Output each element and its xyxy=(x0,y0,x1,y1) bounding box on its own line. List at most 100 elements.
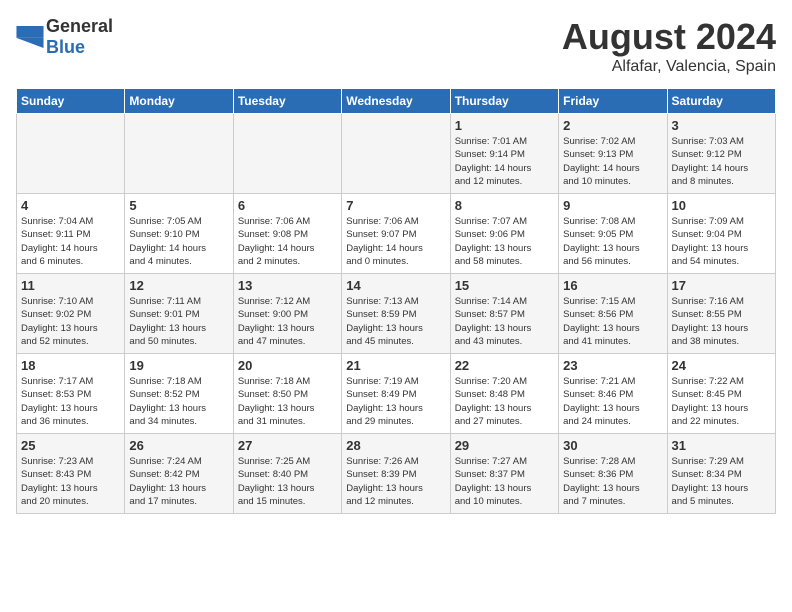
day-number: 6 xyxy=(238,198,337,213)
calendar-day-cell: 31 Sunrise: 7:29 AMSunset: 8:34 PMDayligh… xyxy=(667,434,775,514)
day-number: 23 xyxy=(563,358,662,373)
calendar-day-cell: 5 Sunrise: 7:05 AMSunset: 9:10 PMDaylight… xyxy=(125,194,233,274)
day-number: 5 xyxy=(129,198,228,213)
day-number: 25 xyxy=(21,438,120,453)
day-info: Sunrise: 7:15 AMSunset: 8:56 PMDaylight:… xyxy=(563,295,662,348)
calendar-day-cell: 13 Sunrise: 7:12 AMSunset: 9:00 PMDayligh… xyxy=(233,274,341,354)
weekday-header: Friday xyxy=(559,89,667,114)
day-info: Sunrise: 7:10 AMSunset: 9:02 PMDaylight:… xyxy=(21,295,120,348)
day-number: 18 xyxy=(21,358,120,373)
day-number: 26 xyxy=(129,438,228,453)
day-number: 4 xyxy=(21,198,120,213)
calendar-week-row: 25 Sunrise: 7:23 AMSunset: 8:43 PMDayligh… xyxy=(17,434,776,514)
day-info: Sunrise: 7:12 AMSunset: 9:00 PMDaylight:… xyxy=(238,295,337,348)
day-info: Sunrise: 7:18 AMSunset: 8:52 PMDaylight:… xyxy=(129,375,228,428)
day-info: Sunrise: 7:02 AMSunset: 9:13 PMDaylight:… xyxy=(563,135,662,188)
day-info: Sunrise: 7:05 AMSunset: 9:10 PMDaylight:… xyxy=(129,215,228,268)
calendar-day-cell xyxy=(342,114,450,194)
logo-blue-text: Blue xyxy=(46,37,85,57)
calendar-week-row: 4 Sunrise: 7:04 AMSunset: 9:11 PMDaylight… xyxy=(17,194,776,274)
day-number: 30 xyxy=(563,438,662,453)
calendar-week-row: 11 Sunrise: 7:10 AMSunset: 9:02 PMDayligh… xyxy=(17,274,776,354)
day-number: 22 xyxy=(455,358,554,373)
calendar-day-cell: 1 Sunrise: 7:01 AMSunset: 9:14 PMDaylight… xyxy=(450,114,558,194)
day-info: Sunrise: 7:09 AMSunset: 9:04 PMDaylight:… xyxy=(672,215,771,268)
day-number: 28 xyxy=(346,438,445,453)
logo-icon xyxy=(16,26,44,48)
calendar-header: SundayMondayTuesdayWednesdayThursdayFrid… xyxy=(17,89,776,114)
day-info: Sunrise: 7:27 AMSunset: 8:37 PMDaylight:… xyxy=(455,455,554,508)
day-info: Sunrise: 7:14 AMSunset: 8:57 PMDaylight:… xyxy=(455,295,554,348)
calendar-day-cell: 27 Sunrise: 7:25 AMSunset: 8:40 PMDayligh… xyxy=(233,434,341,514)
calendar-day-cell: 25 Sunrise: 7:23 AMSunset: 8:43 PMDayligh… xyxy=(17,434,125,514)
weekday-header: Thursday xyxy=(450,89,558,114)
day-info: Sunrise: 7:28 AMSunset: 8:36 PMDaylight:… xyxy=(563,455,662,508)
day-number: 12 xyxy=(129,278,228,293)
day-number: 15 xyxy=(455,278,554,293)
day-info: Sunrise: 7:29 AMSunset: 8:34 PMDaylight:… xyxy=(672,455,771,508)
calendar-day-cell: 12Sunrise: 7:11 AMSunset: 9:01 PMDayligh… xyxy=(125,274,233,354)
day-number: 17 xyxy=(672,278,771,293)
calendar-day-cell: 21 Sunrise: 7:19 AMSunset: 8:49 PMDayligh… xyxy=(342,354,450,434)
day-number: 1 xyxy=(455,118,554,133)
day-info: Sunrise: 7:20 AMSunset: 8:48 PMDaylight:… xyxy=(455,375,554,428)
day-number: 24 xyxy=(672,358,771,373)
weekday-header: Saturday xyxy=(667,89,775,114)
calendar-day-cell xyxy=(17,114,125,194)
day-number: 9 xyxy=(563,198,662,213)
calendar-day-cell: 26Sunrise: 7:24 AMSunset: 8:42 PMDayligh… xyxy=(125,434,233,514)
calendar-day-cell: 19 Sunrise: 7:18 AMSunset: 8:52 PMDayligh… xyxy=(125,354,233,434)
day-info: Sunrise: 7:19 AMSunset: 8:49 PMDaylight:… xyxy=(346,375,445,428)
calendar-day-cell: 14 Sunrise: 7:13 AMSunset: 8:59 PMDayligh… xyxy=(342,274,450,354)
title-block: August 2024 Alfafar, Valencia, Spain xyxy=(562,16,776,76)
day-info: Sunrise: 7:22 AMSunset: 8:45 PMDaylight:… xyxy=(672,375,771,428)
day-info: Sunrise: 7:23 AMSunset: 8:43 PMDaylight:… xyxy=(21,455,120,508)
day-info: Sunrise: 7:03 AMSunset: 9:12 PMDaylight:… xyxy=(672,135,771,188)
day-info: Sunrise: 7:16 AMSunset: 8:55 PMDaylight:… xyxy=(672,295,771,348)
calendar-day-cell: 11 Sunrise: 7:10 AMSunset: 9:02 PMDayligh… xyxy=(17,274,125,354)
day-number: 21 xyxy=(346,358,445,373)
calendar-day-cell: 24 Sunrise: 7:22 AMSunset: 8:45 PMDayligh… xyxy=(667,354,775,434)
calendar-day-cell: 4 Sunrise: 7:04 AMSunset: 9:11 PMDaylight… xyxy=(17,194,125,274)
month-year-title: August 2024 xyxy=(562,16,776,58)
day-number: 16 xyxy=(563,278,662,293)
weekday-header: Wednesday xyxy=(342,89,450,114)
weekday-header: Monday xyxy=(125,89,233,114)
day-number: 29 xyxy=(455,438,554,453)
day-number: 31 xyxy=(672,438,771,453)
day-info: Sunrise: 7:06 AMSunset: 9:07 PMDaylight:… xyxy=(346,215,445,268)
weekday-header: Tuesday xyxy=(233,89,341,114)
calendar-day-cell: 2Sunrise: 7:02 AMSunset: 9:13 PMDaylight… xyxy=(559,114,667,194)
day-number: 7 xyxy=(346,198,445,213)
calendar-week-row: 1 Sunrise: 7:01 AMSunset: 9:14 PMDaylight… xyxy=(17,114,776,194)
calendar-day-cell: 8Sunrise: 7:07 AMSunset: 9:06 PMDaylight… xyxy=(450,194,558,274)
day-info: Sunrise: 7:01 AMSunset: 9:14 PMDaylight:… xyxy=(455,135,554,188)
calendar-body: 1 Sunrise: 7:01 AMSunset: 9:14 PMDaylight… xyxy=(17,114,776,514)
day-info: Sunrise: 7:18 AMSunset: 8:50 PMDaylight:… xyxy=(238,375,337,428)
day-info: Sunrise: 7:08 AMSunset: 9:05 PMDaylight:… xyxy=(563,215,662,268)
day-info: Sunrise: 7:13 AMSunset: 8:59 PMDaylight:… xyxy=(346,295,445,348)
calendar-day-cell: 9 Sunrise: 7:08 AMSunset: 9:05 PMDaylight… xyxy=(559,194,667,274)
calendar-table: SundayMondayTuesdayWednesdayThursdayFrid… xyxy=(16,88,776,514)
day-info: Sunrise: 7:21 AMSunset: 8:46 PMDaylight:… xyxy=(563,375,662,428)
calendar-day-cell: 16 Sunrise: 7:15 AMSunset: 8:56 PMDayligh… xyxy=(559,274,667,354)
calendar-day-cell: 3Sunrise: 7:03 AMSunset: 9:12 PMDaylight… xyxy=(667,114,775,194)
calendar-day-cell: 10Sunrise: 7:09 AMSunset: 9:04 PMDayligh… xyxy=(667,194,775,274)
day-number: 27 xyxy=(238,438,337,453)
calendar-day-cell: 20Sunrise: 7:18 AMSunset: 8:50 PMDayligh… xyxy=(233,354,341,434)
weekday-header: Sunday xyxy=(17,89,125,114)
calendar-day-cell: 18Sunrise: 7:17 AMSunset: 8:53 PMDayligh… xyxy=(17,354,125,434)
day-info: Sunrise: 7:25 AMSunset: 8:40 PMDaylight:… xyxy=(238,455,337,508)
day-info: Sunrise: 7:07 AMSunset: 9:06 PMDaylight:… xyxy=(455,215,554,268)
day-info: Sunrise: 7:06 AMSunset: 9:08 PMDaylight:… xyxy=(238,215,337,268)
calendar-day-cell: 28Sunrise: 7:26 AMSunset: 8:39 PMDayligh… xyxy=(342,434,450,514)
day-number: 11 xyxy=(21,278,120,293)
logo: General Blue xyxy=(16,16,113,58)
day-number: 13 xyxy=(238,278,337,293)
day-number: 14 xyxy=(346,278,445,293)
calendar-day-cell: 22 Sunrise: 7:20 AMSunset: 8:48 PMDayligh… xyxy=(450,354,558,434)
calendar-day-cell xyxy=(125,114,233,194)
day-number: 19 xyxy=(129,358,228,373)
day-info: Sunrise: 7:04 AMSunset: 9:11 PMDaylight:… xyxy=(21,215,120,268)
calendar-day-cell: 6 Sunrise: 7:06 AMSunset: 9:08 PMDaylight… xyxy=(233,194,341,274)
